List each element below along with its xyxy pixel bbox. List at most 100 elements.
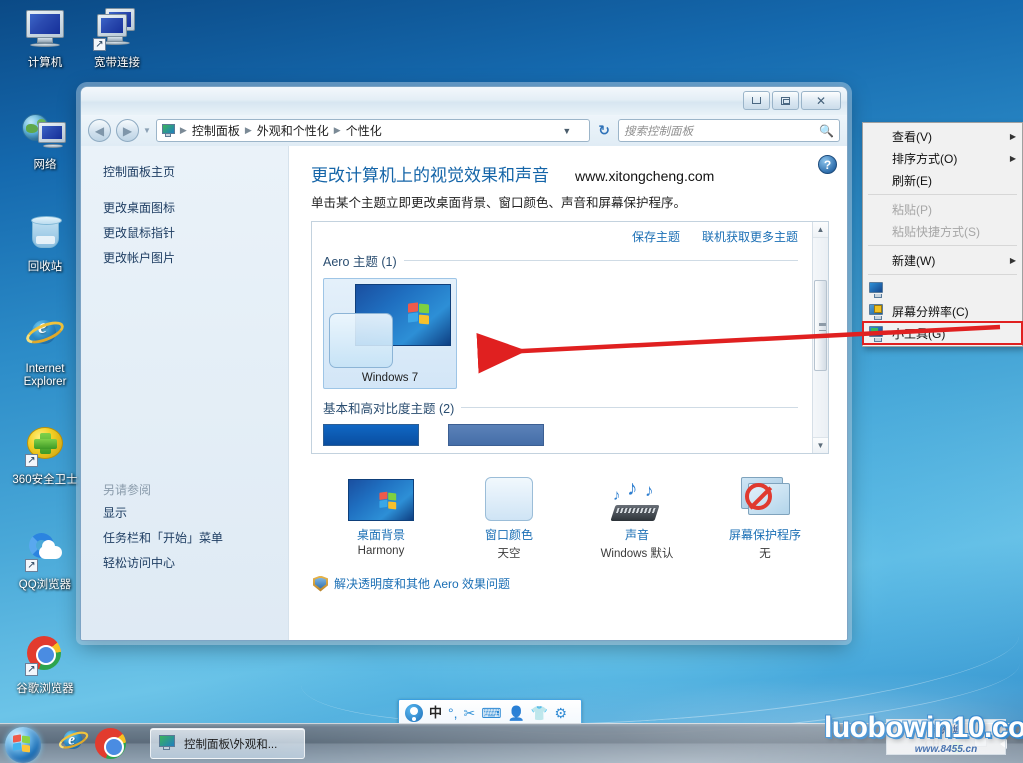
qq-browser-icon: ↗	[21, 530, 69, 576]
address-dropdown-icon[interactable]: ▼	[562, 126, 571, 136]
setting-link[interactable]: 屏幕保护程序	[701, 526, 829, 543]
setting-window-color[interactable]: 窗口颜色 天空	[445, 469, 573, 561]
punctuation-icon[interactable]: °,	[448, 706, 458, 720]
theme-thumbnail	[329, 284, 451, 368]
see-also-ease-of-access[interactable]: 轻松访问中心	[103, 553, 283, 574]
theme-tile-windows7[interactable]: Windows 7	[323, 278, 457, 389]
search-box[interactable]: 搜索控制面板 🔍	[618, 119, 840, 142]
taskbar[interactable]: e 控制面板\外观和... CH ✓	[0, 723, 1023, 763]
address-bar[interactable]: ▶ 控制面板 ▶ 外观和个性化 ▶ 个性化 ▼	[155, 119, 591, 142]
context-menu-item-refresh[interactable]: 刷新(E)	[863, 169, 1022, 191]
setting-link[interactable]: 声音	[573, 526, 701, 543]
site-watermark-text: www.xitongcheng.com	[575, 168, 715, 184]
setting-desktop-background[interactable]: 桌面背景 Harmony	[317, 469, 445, 561]
theme-list-box[interactable]: 保存主题 联机获取更多主题 Aero 主题 (1) Windows 7 基本和高…	[311, 221, 829, 454]
context-menu-item-new[interactable]: 新建(W) ▶	[863, 249, 1022, 271]
desktop-context-menu[interactable]: 查看(V) ▶ 排序方式(O) ▶ 刷新(E) 粘贴(P) 粘贴快捷方式(S) …	[862, 122, 1023, 347]
context-menu-label: 查看(V)	[892, 129, 932, 144]
settings-gear-icon[interactable]: ⚙	[554, 706, 567, 720]
taskbar-task-control-panel[interactable]: 控制面板\外观和...	[150, 728, 305, 759]
context-menu-separator	[868, 274, 1017, 275]
nav-link-change-mouse-pointers[interactable]: 更改鼠标指针	[103, 223, 288, 244]
tray-language-indicator[interactable]: CH	[925, 738, 940, 750]
theme-group-header-basic: 基本和高对比度主题 (2)	[312, 398, 828, 417]
nav-link-change-desktop-icons[interactable]: 更改桌面图标	[103, 198, 288, 219]
theme-tile-basic-2[interactable]	[448, 424, 544, 446]
setting-sounds[interactable]: ♪ ♪ ♪ 声音 Windows 默认	[573, 469, 701, 561]
desktop-icon-network[interactable]: 网络	[6, 110, 84, 172]
toolbox-icon[interactable]: ✂	[464, 706, 476, 720]
minimize-button[interactable]	[743, 91, 770, 110]
breadcrumb-control-panel[interactable]: 控制面板	[190, 121, 242, 140]
context-menu-item-sort-by[interactable]: 排序方式(O) ▶	[863, 147, 1022, 169]
context-menu-label: 新建(W)	[892, 253, 936, 268]
scroll-up-arrow-icon[interactable]: ▲	[813, 222, 828, 238]
volume-tray-icon[interactable]	[998, 735, 1015, 752]
get-more-themes-online-link[interactable]: 联机获取更多主题	[702, 228, 798, 245]
desktop-icon-label: QQ浏览器	[18, 579, 72, 591]
maximize-button[interactable]	[772, 91, 799, 110]
setting-screensaver[interactable]: 屏幕保护程序 无	[701, 469, 829, 561]
scroll-down-arrow-icon[interactable]: ▼	[813, 437, 828, 453]
context-menu-item-paste-shortcut: 粘贴快捷方式(S)	[863, 220, 1022, 242]
recent-pages-chevron-icon[interactable]: ▼	[143, 126, 151, 135]
context-menu-item-gadgets[interactable]: 屏幕分辨率(C)	[863, 300, 1022, 322]
desktop-icon-broadband[interactable]: ↗ 宽带连接	[78, 8, 156, 70]
setting-link[interactable]: 窗口颜色	[445, 526, 573, 543]
skin-icon[interactable]: 👕	[531, 706, 548, 720]
theme-list-scrollbar[interactable]: ▲ ▼	[812, 222, 828, 453]
desktop[interactable]: 计算机 ↗ 宽带连接 网络 回收站 e Internet Explorer ↗ …	[0, 0, 1023, 763]
context-menu-label: 粘贴(P)	[892, 202, 932, 217]
network-icon	[21, 110, 69, 156]
system-tray: CH ✓	[925, 724, 1023, 763]
save-theme-link[interactable]: 保存主题	[632, 228, 680, 245]
desktop-icon-chrome[interactable]: ↗ 谷歌浏览器	[6, 634, 84, 696]
personalization-icon	[867, 325, 886, 342]
desktop-icon-internet-explorer[interactable]: e Internet Explorer	[6, 314, 84, 389]
breadcrumb-personalization[interactable]: 个性化	[344, 121, 384, 140]
setting-value: Harmony	[357, 545, 405, 557]
close-button[interactable]: ✕	[801, 91, 841, 110]
desktop-icon-computer[interactable]: 计算机	[6, 8, 84, 70]
back-button[interactable]: ◀	[88, 119, 111, 142]
control-panel-icon	[161, 123, 177, 138]
network-tray-icon[interactable]	[973, 735, 990, 752]
desktop-icon-360-security[interactable]: ↗ 360安全卫士	[6, 425, 84, 487]
nav-link-control-panel-home[interactable]: 控制面板主页	[103, 162, 288, 183]
start-button[interactable]	[2, 725, 48, 763]
setting-link[interactable]: 桌面背景	[317, 526, 445, 543]
context-menu-item-personalize[interactable]: 小工具(G)	[862, 321, 1023, 345]
see-also-display[interactable]: 显示	[103, 503, 283, 524]
user-icon[interactable]: 👤	[507, 706, 524, 720]
desktop-icon-label: 宽带连接	[94, 57, 140, 69]
nav-link-change-account-picture[interactable]: 更改帐户图片	[103, 248, 288, 269]
window-titlebar[interactable]: ✕	[81, 87, 847, 115]
security-tray-icon[interactable]: ✓	[948, 735, 965, 753]
forward-button[interactable]: ▶	[116, 119, 139, 142]
shortcut-overlay-icon: ↗	[25, 663, 38, 676]
desktop-icon-qq-browser[interactable]: ↗ QQ浏览器	[6, 530, 84, 592]
context-menu-item-screen-resolution[interactable]	[863, 278, 1022, 300]
ime-floating-toolbar[interactable]: 中 °, ✂ ⌨ 👤 👕 ⚙	[398, 699, 582, 726]
chrome-taskbar-icon[interactable]	[95, 727, 126, 759]
desktop-icon-label: 谷歌浏览器	[16, 683, 74, 695]
scrollbar-thumb[interactable]	[814, 280, 827, 371]
theme-group-title: 基本和高对比度主题 (2)	[323, 402, 455, 416]
context-menu-item-view[interactable]: 查看(V) ▶	[863, 125, 1022, 147]
see-also-taskbar-start-menu[interactable]: 任务栏和「开始」菜单	[103, 528, 283, 549]
desktop-icon-label: Internet Explorer	[23, 363, 67, 388]
theme-name: Windows 7	[361, 372, 419, 384]
desktop-icon-recycle-bin[interactable]: 回收站	[6, 212, 84, 274]
soft-keyboard-icon[interactable]: ⌨	[481, 706, 501, 720]
taskbar-task-label: 控制面板\外观和...	[184, 738, 278, 751]
breadcrumb-appearance[interactable]: 外观和个性化	[255, 121, 331, 140]
theme-tile-basic-1[interactable]	[323, 424, 419, 446]
control-panel-window[interactable]: ✕ ◀ ▶ ▼ ▶ 控制面板 ▶ 外观和个性化 ▶ 个性化 ▼ ↻ 搜索控制面板…	[80, 86, 848, 641]
navigation-pane: 控制面板主页 更改桌面图标 更改鼠标指针 更改帐户图片 另请参阅 显示 任务栏和…	[81, 146, 289, 640]
ie-taskbar-icon[interactable]: e	[56, 727, 91, 759]
sogou-logo-icon[interactable]	[405, 703, 423, 722]
troubleshoot-aero-link[interactable]: 解决透明度和其他 Aero 效果问题	[334, 575, 510, 592]
refresh-button[interactable]: ↻	[595, 122, 613, 139]
ime-mode-toggle[interactable]: 中	[429, 706, 442, 719]
help-button[interactable]: ?	[818, 155, 837, 174]
